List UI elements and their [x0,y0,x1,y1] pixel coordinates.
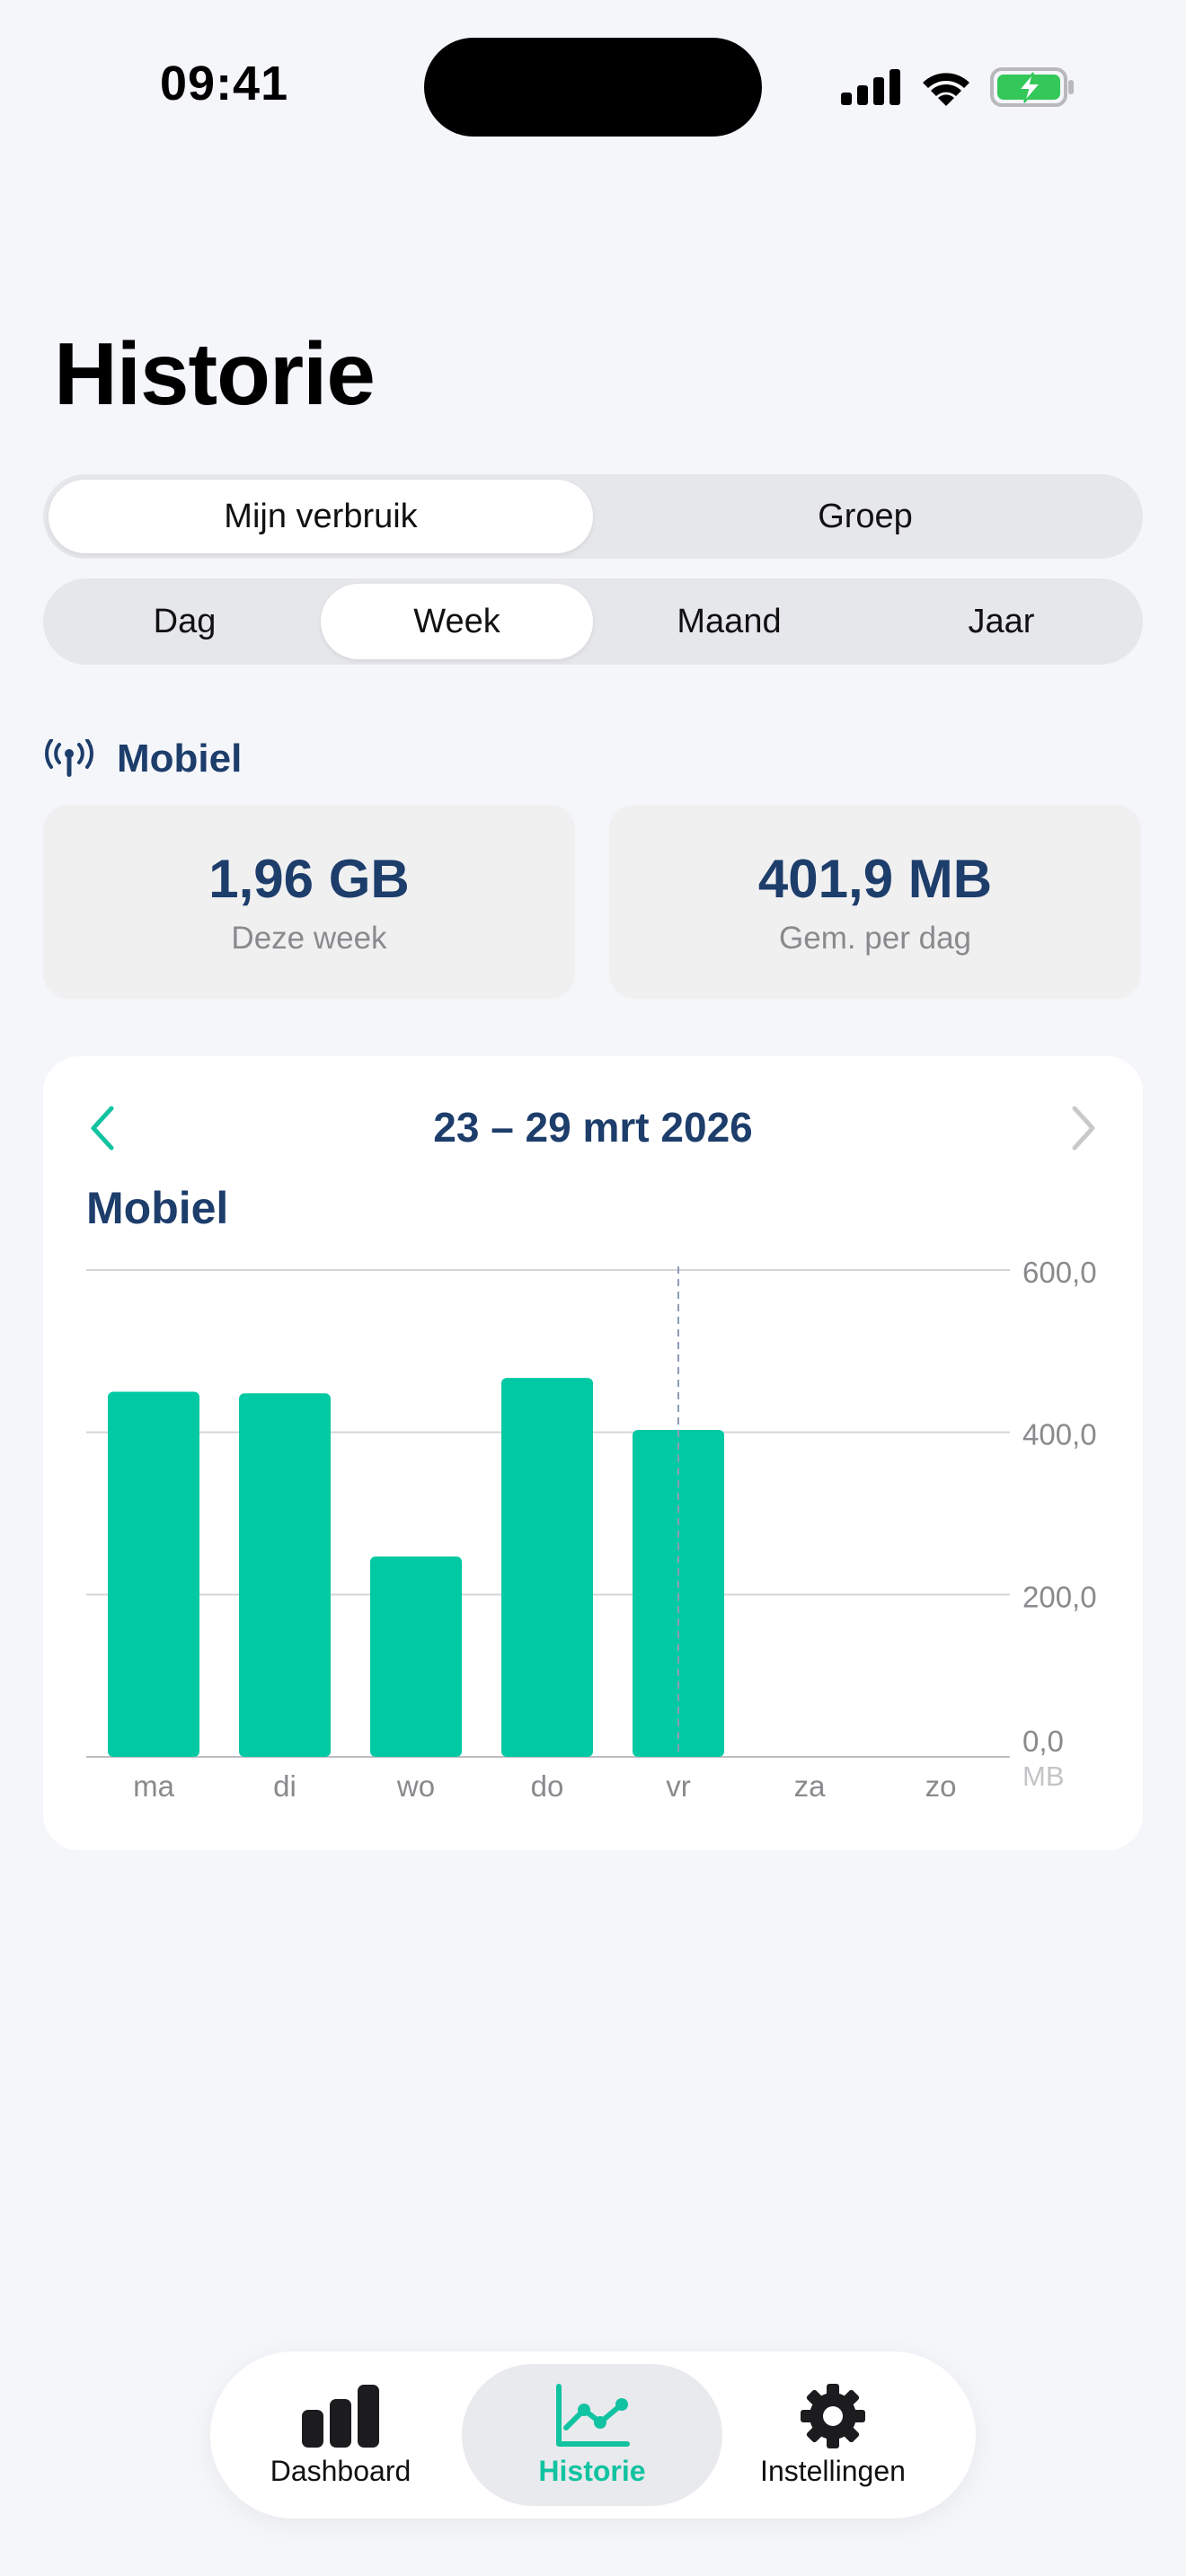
status-icons [839,63,1076,111]
bar-ma [108,1391,199,1757]
y-tick-label: 0,0 [1022,1725,1064,1758]
cellular-signal-icon [841,69,900,105]
stat-card-daily-average: 401,9 MB Gem. per dag [609,805,1141,999]
battery-charging-icon [990,67,1074,107]
stat-value: 401,9 MB [757,848,993,909]
bar-do [501,1378,593,1757]
y-tick-label: 600,0 [1022,1256,1097,1289]
x-tick-label: vr [666,1769,691,1803]
x-tick-label: di [273,1769,296,1803]
tab-instellingen[interactable]: Instellingen [703,2364,963,2506]
tab-dashboard[interactable]: Dashboard [210,2364,471,2506]
x-tick-label: wo [396,1769,435,1803]
tab-label: Dashboard [270,2454,412,2487]
x-tick-label: za [794,1769,827,1803]
tab-label: Instellingen [760,2454,906,2487]
dynamic-island [424,38,762,137]
tab-jaar[interactable]: Jaar [865,584,1137,659]
tab-mijn-verbruik[interactable]: Mijn verbruik [49,480,593,553]
wifi-icon [923,73,969,106]
stat-label: Gem. per dag [779,920,971,956]
bar-di [239,1393,331,1757]
tab-dag[interactable]: Dag [49,584,321,659]
tab-week[interactable]: Week [321,584,593,659]
scope-segmented-control: Mijn verbruik Groep [43,474,1143,559]
tab-maand[interactable]: Maand [593,584,865,659]
page-title: Historie [54,324,376,423]
tab-historie[interactable]: Historie [462,2364,722,2506]
x-tick-label: ma [133,1769,174,1803]
stat-label: Deze week [231,920,387,956]
section-header-mobiel: Mobiel [45,737,242,781]
period-segmented-control: Dag Week Maand Jaar [43,578,1143,665]
tab-bar: Dashboard Historie Instellingen [210,2351,976,2519]
gear-icon [801,2383,865,2448]
bar-chart-icon [302,2384,379,2448]
stat-card-week-total: 1,96 GB Deze week [43,805,575,999]
stat-value: 1,96 GB [208,848,410,909]
y-tick-label: 400,0 [1022,1418,1097,1451]
chart-series-title: Mobiel [86,1183,229,1233]
section-title: Mobiel [117,737,243,781]
chart-card: 600,0 400,0 200,0 0,0 MB ma di wo do vr za zo 23 – … [43,1056,1143,1850]
x-tick-label: do [531,1769,564,1803]
chart-date-range: 23 – 29 mrt 2026 [433,1104,753,1151]
line-chart-icon [556,2383,630,2447]
chevron-right-icon[interactable] [1066,1101,1102,1155]
y-unit-label: MB [1022,1760,1065,1792]
antenna-icon [45,739,93,777]
x-tick-label: zo [925,1769,957,1803]
y-tick-label: 200,0 [1022,1580,1097,1613]
tab-groep[interactable]: Groep [593,480,1137,553]
status-time: 09:41 [160,57,289,110]
tab-label: Historie [538,2454,646,2487]
usage-bar-chart: 600,0 400,0 200,0 0,0MB ma di wo do vr za zo [86,1256,1097,1803]
screen: 09:41 Historie Mijn verbruik Groep Dag W… [0,0,1186,2576]
bar-wo [370,1556,462,1757]
